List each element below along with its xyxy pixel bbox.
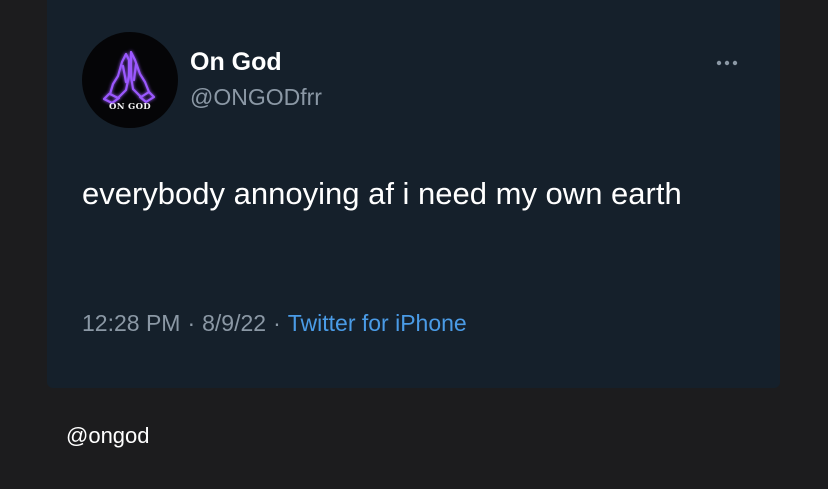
screenshot-page: ON GOD On God @ONGODfrr everybody annoyi… xyxy=(0,0,828,489)
more-options-button[interactable] xyxy=(712,56,742,70)
more-dots-icon xyxy=(716,60,738,66)
tweet-meta: 12:28 PM · 8/9/22 · Twitter for iPhone xyxy=(82,310,467,337)
tweet-date[interactable]: 8/9/22 xyxy=(202,310,266,336)
display-name[interactable]: On God xyxy=(190,48,282,77)
tweet-card[interactable]: ON GOD On God @ONGODfrr everybody annoyi… xyxy=(47,0,780,388)
avatar[interactable]: ON GOD xyxy=(82,32,178,128)
meta-separator: · xyxy=(187,310,196,336)
avatar-label: ON GOD xyxy=(109,102,151,112)
praying-hands-icon xyxy=(102,50,156,105)
caption-handle: @ongod xyxy=(66,423,150,448)
meta-separator: · xyxy=(273,310,281,336)
tweet-time[interactable]: 12:28 PM xyxy=(82,310,180,336)
tweet-text: everybody annoying af i need my own eart… xyxy=(82,176,682,211)
tweet-source-link[interactable]: Twitter for iPhone xyxy=(288,310,467,336)
user-handle[interactable]: @ONGODfrr xyxy=(190,84,322,111)
